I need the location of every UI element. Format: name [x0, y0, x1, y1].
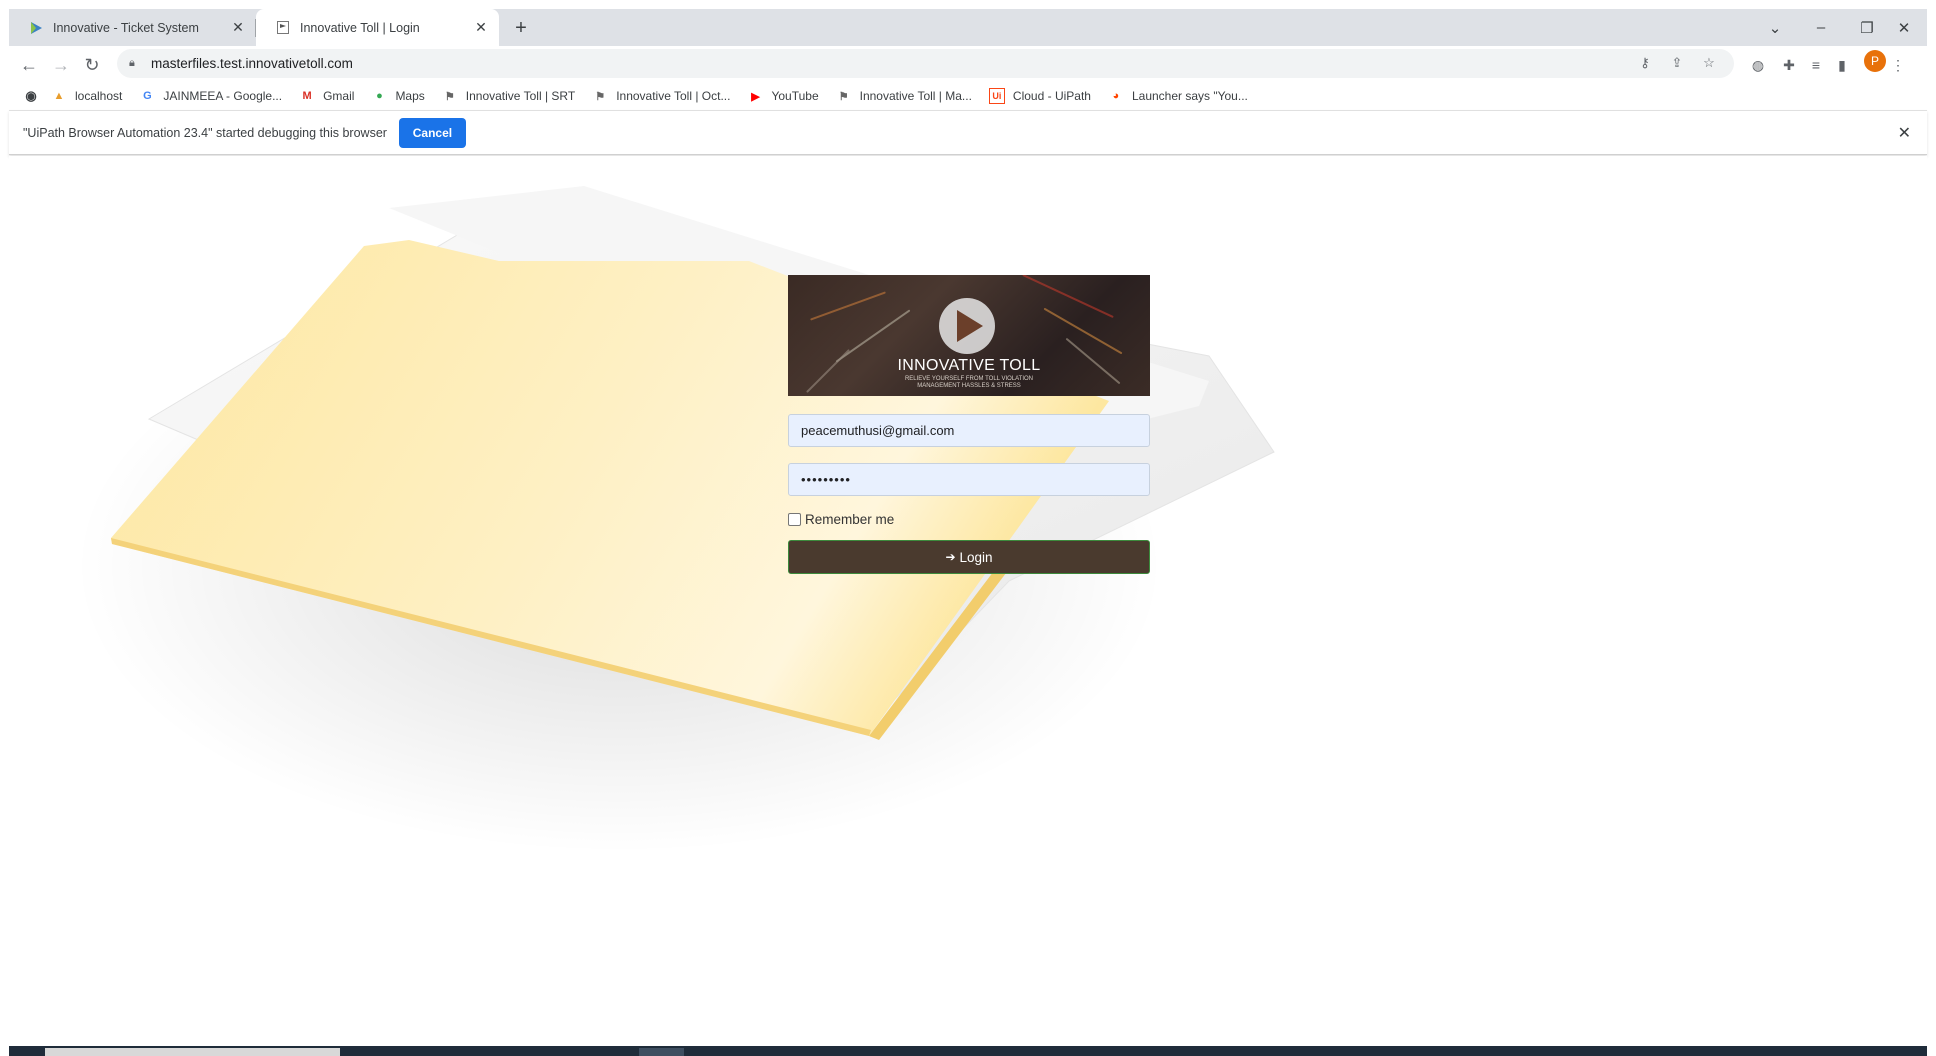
brand-tagline: RELIEVE YOURSELF FROM TOLL VIOLATION MAN…: [904, 376, 1034, 389]
new-tab-button[interactable]: +: [509, 17, 533, 39]
bookmark-innovative-srt[interactable]: ⚑ Innovative Toll | SRT: [442, 88, 575, 104]
bookmark-launcher[interactable]: ◕ Launcher says "You...: [1108, 88, 1248, 104]
bookmark-star-icon[interactable]: ☆: [1700, 54, 1718, 72]
innovative-toll-logo-icon: [939, 298, 995, 354]
debugging-infobar: "UiPath Browser Automation 23.4" started…: [9, 110, 1927, 155]
bookmark-youtube[interactable]: ▶ YouTube: [747, 88, 818, 104]
browser-toolbar: ← → ↻ 🔒︎ masterfiles.test.innovativetoll…: [9, 46, 1927, 84]
infobar-message: "UiPath Browser Automation 23.4" started…: [23, 125, 387, 140]
reddit-icon: ◕: [1112, 90, 1120, 102]
close-infobar-icon[interactable]: ✕: [1898, 123, 1911, 143]
flag-page-icon: ⚑: [838, 90, 849, 103]
tab-ticket-system[interactable]: Innovative - Ticket System ✕: [9, 9, 256, 46]
close-tab-icon[interactable]: ✕: [471, 18, 491, 38]
bookmark-innovative-oct[interactable]: ⚑ Innovative Toll | Oct...: [592, 88, 730, 104]
minimize-button[interactable]: –: [1798, 9, 1844, 46]
brand-name: INNOVATIVE TOLL: [897, 357, 1041, 374]
tab-login[interactable]: Innovative Toll | Login ✕: [256, 9, 499, 46]
forward-arrow-icon[interactable]: →: [47, 51, 75, 79]
login-button[interactable]: ➔ Login: [788, 540, 1150, 574]
phpmyadmin-icon: ▲: [53, 90, 65, 102]
maps-pin-icon: ●: [376, 90, 383, 102]
innovative-toll-banner: INNOVATIVE TOLL RELIEVE YOURSELF FROM TO…: [788, 275, 1150, 396]
extensions-puzzle-icon[interactable]: ✚: [1779, 55, 1799, 75]
reload-icon[interactable]: ↻: [78, 51, 106, 79]
os-taskbar: [9, 1046, 1927, 1056]
gmail-icon: M: [302, 90, 312, 102]
bookmark-gmail[interactable]: M Gmail: [299, 88, 355, 104]
youtube-icon: ▶: [751, 90, 760, 103]
uipath-icon: Ui: [988, 88, 1005, 104]
bookmark-uipath-cloud[interactable]: Ui Cloud - UiPath: [988, 88, 1091, 104]
play-logo-icon: [28, 20, 44, 36]
login-button-label: Login: [959, 549, 993, 565]
flag-page-icon: ⚑: [444, 90, 455, 103]
tab-search-icon[interactable]: ⌄: [1752, 9, 1798, 46]
password-field[interactable]: •••••••••: [788, 463, 1150, 496]
login-card: INNOVATIVE TOLL RELIEVE YOURSELF FROM TO…: [788, 275, 1150, 574]
taskbar-active-app[interactable]: [639, 1048, 684, 1056]
key-icon[interactable]: ⚷: [1636, 54, 1654, 72]
address-bar[interactable]: 🔒︎ masterfiles.test.innovativetoll.com: [117, 49, 1734, 78]
bookmarks-bar: ◉ ▲ localhost G JAINMEEA - Google... M G…: [9, 81, 1927, 111]
taskbar-search-box[interactable]: [45, 1048, 340, 1056]
tab-title: Innovative - Ticket System: [53, 20, 199, 35]
address-url: masterfiles.test.innovativetoll.com: [151, 56, 353, 71]
bookmark-localhost[interactable]: ▲ localhost: [51, 88, 123, 104]
profile-avatar[interactable]: P: [1864, 50, 1886, 72]
bookmark-innovative-ma[interactable]: ⚑ Innovative Toll | Ma...: [836, 88, 972, 104]
share-icon[interactable]: ⇪: [1668, 54, 1686, 72]
side-panel-icon[interactable]: ▮: [1832, 55, 1852, 75]
flag-page-icon: [275, 20, 291, 36]
remember-me-label[interactable]: Remember me: [805, 512, 894, 527]
bookmark-jainmeea[interactable]: G JAINMEEA - Google...: [139, 88, 282, 104]
close-tab-icon[interactable]: ✕: [228, 18, 248, 38]
remember-me-checkbox[interactable]: [788, 513, 801, 526]
bookmark-maps[interactable]: ● Maps: [371, 88, 425, 104]
reading-list-icon[interactable]: ≡: [1806, 55, 1826, 75]
remember-me-row: Remember me: [788, 512, 1150, 527]
tab-title: Innovative Toll | Login: [300, 20, 420, 35]
translate-globe-icon[interactable]: ◍: [1748, 55, 1768, 75]
cancel-debugging-button[interactable]: Cancel: [398, 117, 466, 148]
tab-strip: Innovative - Ticket System ✕ Innovative …: [9, 9, 1927, 46]
google-icon: G: [143, 90, 152, 102]
login-page: INNOVATIVE TOLL RELIEVE YOURSELF FROM TO…: [9, 156, 1927, 1046]
menu-kebab-icon[interactable]: ⋮: [1888, 55, 1908, 75]
email-field[interactable]: peacemuthusi@gmail.com: [788, 414, 1150, 447]
lock-icon[interactable]: 🔒︎: [129, 57, 143, 70]
apps-globe-icon[interactable]: ◉: [23, 88, 39, 104]
close-window-button[interactable]: ✕: [1881, 9, 1927, 46]
flag-page-icon: ⚑: [595, 90, 606, 103]
back-arrow-icon[interactable]: ←: [15, 51, 43, 79]
sign-in-icon: ➔: [945, 550, 956, 564]
